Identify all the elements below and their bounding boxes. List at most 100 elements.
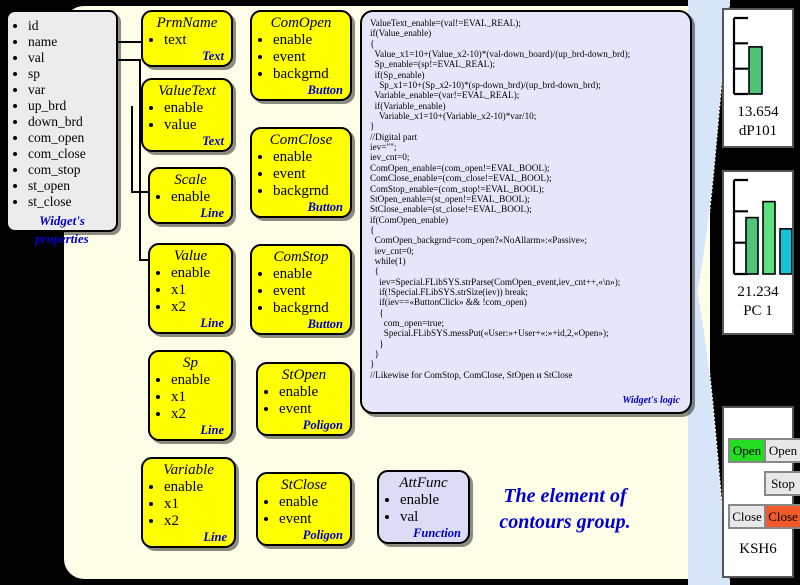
button-close-3[interactable]: Close [728,504,766,529]
node-kind: Line [203,530,227,544]
preview-bars-pc1[interactable]: 21.234 PC 1 [722,170,794,335]
node-scale[interactable]: Scale enable Line [148,167,233,224]
list-item: value [164,117,224,134]
node-comclose[interactable]: ComClose enable event backgrnd Button [250,127,352,218]
preview-gauge-dp101[interactable]: 13.654 dP101 [722,8,794,148]
list-item: enable [279,384,343,401]
bar [779,228,792,275]
node-variable[interactable]: Variable enable x1 x2 Line [141,457,236,548]
list-item: st_close [28,194,112,210]
node-sp[interactable]: Sp enable x1 x2 Line [148,350,233,441]
bars-graphic [732,178,792,276]
node-comstop[interactable]: ComStop enable event backgrnd Button [250,244,352,335]
list-item: x1 [164,496,227,513]
gauge-graphic [732,16,763,96]
list-item: enable [171,372,224,389]
list-item: enable [164,100,224,117]
node-kind: Button [307,317,343,331]
node-comopen[interactable]: ComOpen enable event backgrnd Button [250,10,352,101]
list-item: backgrnd [273,66,343,83]
list-item: event [273,283,343,300]
node-valuetext[interactable]: ValueText enable value Text [141,78,233,152]
list-item: name [28,34,112,50]
node-kind: Text [202,134,224,148]
list-item: sp [28,66,112,82]
node-title: AttFunc [399,475,448,491]
list-item: enable [171,265,224,282]
button-open-0[interactable]: Open [728,438,766,463]
list-item: backgrnd [273,300,343,317]
node-title: PrmName [156,15,218,31]
list-item: x1 [171,389,224,406]
node-title: Variable [163,462,214,478]
node-title: ValueText [158,83,216,99]
properties-kind-line2: properties [35,231,89,246]
preview-buttons-ksh6[interactable]: Open Open Stop Close Close KSH6 [722,406,800,578]
list-item: text [164,32,224,49]
node-value[interactable]: Value enable x1 x2 Line [148,243,233,334]
list-item: com_open [28,130,112,146]
code-kind-label: Widget's logic [622,395,680,406]
node-title: ComStop [273,249,329,265]
list-item: down_brd [28,114,112,130]
button-stop-2[interactable]: Stop [764,471,800,496]
gauge-name: dP101 [738,123,778,139]
list-item: enable [400,492,461,509]
list-item: val [400,509,461,526]
list-item: event [279,401,343,418]
diagram-root: id name val sp var up_brd down_brd com_o… [0,0,800,585]
list-item: enable [279,494,343,511]
widget-properties-list: id name val sp var up_brd down_brd com_o… [12,18,112,210]
list-item: com_stop [28,162,112,178]
node-title: Sp [183,355,198,371]
list-item: val [28,50,112,66]
node-title: Scale [174,172,207,188]
gauge-value: 13.654 [737,104,779,120]
list-item: x2 [164,513,227,530]
list-item: var [28,82,112,98]
node-kind: Button [307,200,343,214]
buttons-name: KSH6 [739,541,777,557]
node-stclose[interactable]: StClose enable event Poligon [256,472,352,546]
bars-name: PC 1 [743,303,773,319]
list-item: enable [273,266,343,283]
list-item: enable [164,479,227,496]
list-item: event [273,49,343,66]
list-item: enable [273,32,343,49]
node-kind: Poligon [302,528,343,542]
bar [745,216,759,275]
node-title: StClose [281,477,327,493]
node-title: ComClose [269,132,333,148]
button-close-4[interactable]: Close [764,504,800,529]
widget-properties-box: id name val sp var up_brd down_brd com_o… [6,10,118,246]
list-item: x1 [171,282,224,299]
list-item: enable [171,189,224,206]
caption-line-2: contours group. [499,511,631,533]
node-title: StOpen [281,367,327,383]
bars-value: 21.234 [737,284,779,300]
node-kind: Poligon [302,418,343,432]
node-kind: Line [200,316,224,330]
list-item: event [279,511,343,528]
widget-logic-code-box[interactable]: ValueText_enable=(val!=EVAL_REAL); if(Va… [360,10,692,414]
properties-kind-line1: Widget's [39,213,85,228]
code-text: ValueText_enable=(val!=EVAL_REAL); if(Va… [370,18,631,380]
node-prmname[interactable]: PrmName text Text [141,10,233,67]
node-title: Value [173,248,208,264]
list-item: enable [273,149,343,166]
diagram-caption: The element of contours group. [455,483,675,535]
list-item: st_open [28,178,112,194]
node-stopen[interactable]: StOpen enable event Poligon [256,362,352,436]
node-kind: Function [413,526,461,540]
node-kind: Button [307,83,343,97]
node-kind: Line [200,423,224,437]
button-open-1[interactable]: Open [764,438,800,463]
list-item: com_close [28,146,112,162]
list-item: x2 [171,299,224,316]
node-title: ComOpen [270,15,332,31]
node-kind: Line [200,206,224,220]
bar [762,200,776,275]
list-item: id [28,18,112,34]
list-item: up_brd [28,98,112,114]
list-item: backgrnd [273,183,343,200]
